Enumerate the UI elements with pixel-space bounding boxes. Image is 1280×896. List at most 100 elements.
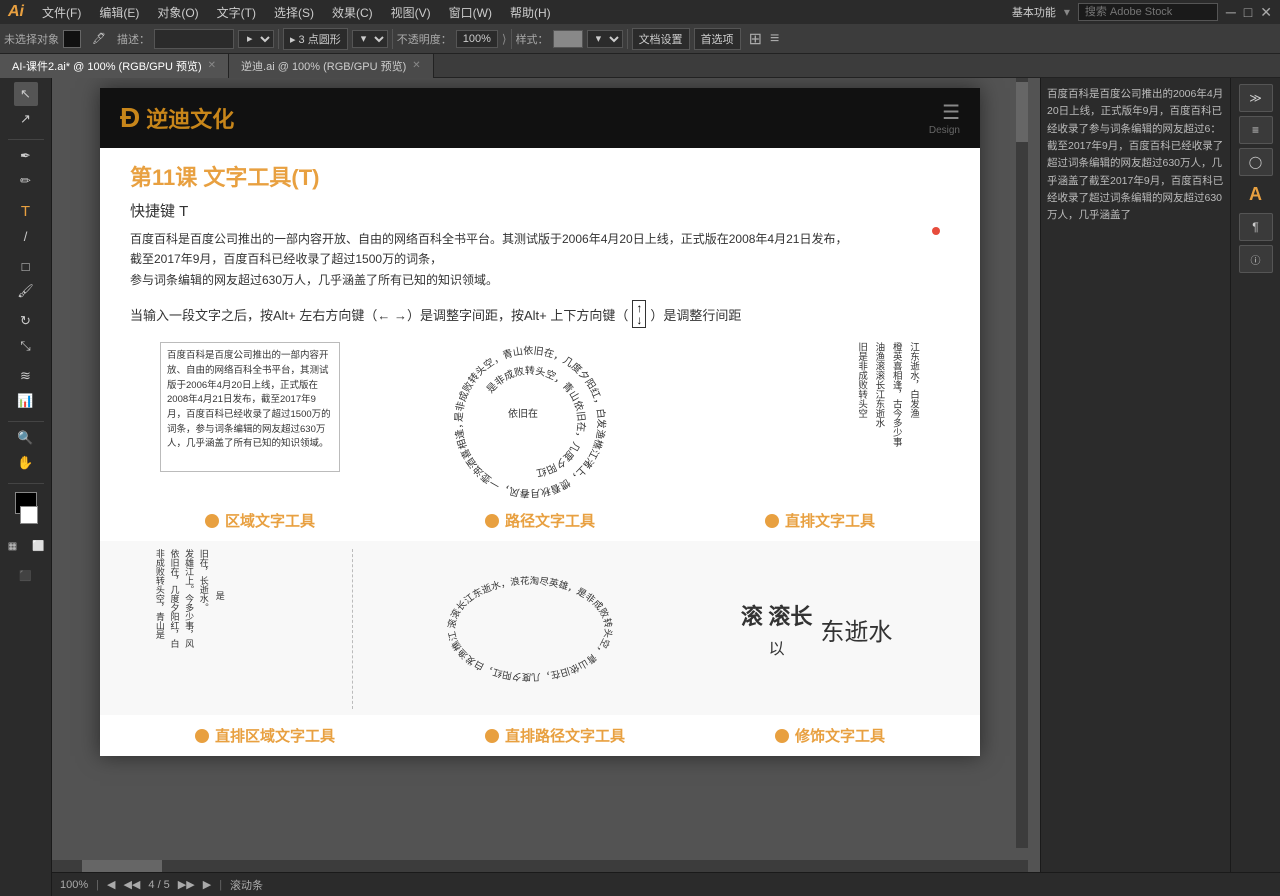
rotate-tools: ↻ ⤡ [14, 309, 38, 358]
warp-tool[interactable]: ≋ [14, 364, 38, 388]
menu-object[interactable]: 对象(O) [149, 2, 206, 23]
line-tool[interactable]: / [14, 224, 38, 248]
menu-type[interactable]: 文字(T) [209, 2, 264, 23]
vertical-scrollbar[interactable] [1016, 78, 1028, 848]
tab-close-2[interactable]: ✕ [412, 60, 420, 71]
tab-nidi[interactable]: 逆迪.ai @ 100% (RGB/GPU 预览) ✕ [229, 54, 434, 78]
stroke-dropdown[interactable]: ▸ [238, 30, 274, 48]
tab-close-1[interactable]: ✕ [208, 60, 216, 71]
toolbar: 未选择对象 🖊 描述： ▸ ▸ 3 点圆形 ▾ 不透明度： 100% ⟩ 样式：… [0, 24, 1280, 54]
paintbrush-tool[interactable]: 🖌 [14, 279, 38, 303]
last-btn[interactable]: ▶ [203, 878, 211, 891]
next-btn[interactable]: ▶▶ [178, 878, 195, 891]
panel-para-btn[interactable]: ¶ [1239, 213, 1273, 241]
points-label[interactable]: ▸ 3 点圆形 [283, 28, 348, 50]
menu-file[interactable]: 文件(F) [34, 2, 89, 23]
preferences-button[interactable]: 首选项 [694, 28, 741, 50]
rectangle-tool[interactable]: □ [14, 254, 38, 278]
status-bar: 100% | ◀ ◀◀ 4 / 5 ▶▶ ▶ | 滚动条 [52, 872, 1280, 896]
bottom-vertical-area-demo: 非成败转头空，青山是 依旧在，几度夕阳红，白 发雄江上。今多少事，风 旧在，长逝… [153, 549, 353, 709]
lesson-title: 第11课 文字工具(T) [130, 165, 319, 190]
tip-text2: ）是调整行间距 [650, 305, 741, 324]
svg-text:是非成败转头空，青山依旧在，几度夕阳红: 是非成败转头空，青山依旧在，几度夕阳红 [484, 364, 587, 480]
zoom-tool[interactable]: 🔍 [14, 426, 38, 450]
workspace-dropdown-icon[interactable]: ▾ [1064, 5, 1070, 19]
vert-col4: 江东逝水，白发渔 [907, 342, 920, 482]
menu-bar: Ai 文件(F) 编辑(E) 对象(O) 文字(T) 选择(S) 效果(C) 视… [0, 0, 1280, 24]
menu-help[interactable]: 帮助(H) [502, 2, 559, 23]
demo-bottom-section: 非成败转头空，青山是 依旧在，几度夕阳红，白 发雄江上。今多少事，风 旧在，长逝… [100, 541, 980, 715]
toolbar-arrange-icon[interactable]: ⊞ [749, 29, 762, 49]
artboard: Ð 逆迪文化 ☰ Design 第11课 文字工具(T) 快捷键 T [100, 88, 980, 756]
app-logo: Ai [8, 3, 24, 21]
vert-col2: 油渔滚滚长江东逝水 [872, 342, 885, 482]
menu-select[interactable]: 选择(S) [266, 2, 322, 23]
bottom-label-2: 直排路径文字工具 [505, 725, 625, 746]
hamburger-menu-icon[interactable]: ☰ [942, 100, 960, 125]
scale-tool[interactable]: ⤡ [14, 334, 38, 358]
horizontal-scroll-thumb[interactable] [82, 860, 162, 872]
svg-text:依旧在: 依旧在 [508, 407, 538, 420]
desc-line2: 截至2017年9月，百度百科已经收录了超过1500万的词条， [130, 249, 950, 269]
brand-logo: Ð 逆迪文化 [120, 102, 234, 134]
label-path-text: 路径文字工具 [485, 510, 595, 531]
menu-view[interactable]: 视图(V) [383, 2, 439, 23]
area-text-label: 区域文字工具 [225, 510, 315, 531]
style-dropdown[interactable]: ▾ [587, 30, 623, 48]
selection-tools: ↖ ↗ [14, 82, 38, 131]
pencil-tool[interactable]: ✏ [14, 169, 38, 193]
maximize-button[interactable]: □ [1244, 4, 1252, 20]
vert-col3: 橙英喜相逢，古今多少事 [889, 342, 902, 482]
status-divider2: | [219, 879, 222, 891]
right-panel-text: 百度百科是百度公司推出的2006年4月20日上线，正式版年9月，百度百科已经收录… [1047, 86, 1224, 225]
divider1 [278, 29, 279, 49]
menu-window[interactable]: 窗口(W) [441, 2, 500, 23]
menu-edit[interactable]: 编辑(E) [91, 2, 147, 23]
artboard-tool[interactable]: ⬛ [14, 564, 38, 588]
prev-btn[interactable]: ◀ [107, 878, 115, 891]
pen-tool[interactable]: ✒ [14, 144, 38, 168]
tab-ai-course[interactable]: AI-课件2.ai* @ 100% (RGB/GPU 预览) ✕ [0, 54, 229, 78]
adobe-stock-search[interactable] [1078, 3, 1218, 21]
horizontal-scrollbar[interactable] [52, 860, 1028, 872]
workspace-label[interactable]: 基本功能 [1012, 4, 1056, 20]
panel-collapse-btn[interactable]: ≫ [1239, 84, 1273, 112]
direct-selection-tool[interactable]: ↗ [14, 107, 38, 131]
brand-name: 逆迪文化 [146, 102, 234, 134]
vert-col1: 旧是非成败转头空 [855, 342, 868, 482]
background-color[interactable] [20, 506, 38, 524]
toolbar-more-icon[interactable]: ≡ [770, 30, 779, 48]
stroke-icon[interactable]: 🖊 [85, 29, 113, 48]
divider4 [627, 29, 628, 49]
canvas-scroll: Ð 逆迪文化 ☰ Design 第11课 文字工具(T) 快捷键 T [52, 78, 1028, 860]
first-btn[interactable]: ◀◀ [123, 878, 140, 891]
style-label: 样式： [516, 31, 549, 47]
selection-tool[interactable]: ↖ [14, 82, 38, 106]
menu-effect[interactable]: 效果(C) [324, 2, 381, 23]
panel-circle-btn[interactable]: ◯ [1239, 148, 1273, 176]
points-dropdown[interactable]: ▾ [352, 30, 388, 48]
opacity-arrows[interactable]: ⟩ [502, 32, 507, 46]
panel-list-btn[interactable]: ≡ [1239, 116, 1273, 144]
hand-tool[interactable]: ✋ [14, 451, 38, 475]
desc-line1: 百度百科是百度公司推出的一部内容开放、自由的网络百科全书平台。其测试版于2006… [130, 229, 950, 249]
vertical-scroll-thumb[interactable] [1016, 82, 1028, 142]
graph-tool[interactable]: 📊 [14, 389, 38, 413]
opacity-value[interactable]: 100% [456, 30, 498, 48]
close-button[interactable]: ✕ [1260, 4, 1272, 21]
canvas-area: Ð 逆迪文化 ☰ Design 第11课 文字工具(T) 快捷键 T [52, 78, 1040, 872]
panel-char-btn[interactable]: ⓘ [1239, 245, 1273, 273]
zoom-level[interactable]: 100% [60, 879, 88, 891]
page-info: 4 / 5 [148, 879, 169, 891]
screen-mode-btn[interactable]: ⬜ [27, 534, 51, 558]
type-tool[interactable]: T [14, 199, 38, 223]
doc-settings-button[interactable]: 文档设置 [632, 28, 690, 50]
bottom-label-3: 修饰文字工具 [795, 725, 885, 746]
rotate-tool[interactable]: ↻ [14, 309, 38, 333]
color-swatches [14, 492, 38, 524]
bullet-vertical-text [765, 514, 779, 528]
stroke-color-swatch[interactable] [63, 30, 81, 48]
view-mode-btn[interactable]: ▦ [1, 534, 25, 558]
demo-top-section: 百度百科是百度公司推出的一部内容开放、自由的网络百科全书平台，其测试版于2006… [100, 334, 980, 506]
minimize-button[interactable]: ─ [1226, 4, 1236, 20]
